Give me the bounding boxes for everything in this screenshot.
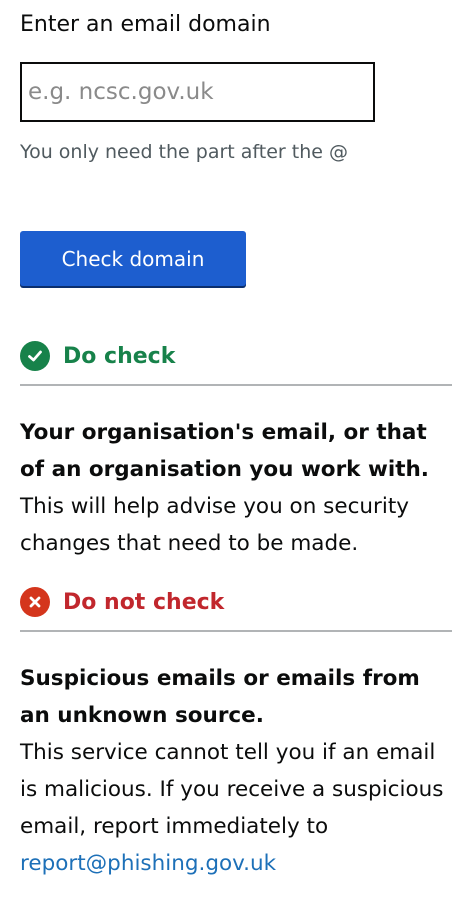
section-divider — [20, 630, 452, 632]
do-not-check-lead: Suspicious emails or emails from an unkn… — [20, 666, 420, 728]
do-check-heading-row: Do check — [20, 340, 175, 372]
do-not-check-description: Suspicious emails or emails from an unkn… — [20, 660, 456, 882]
do-not-check-heading-row: Do not check — [20, 586, 224, 618]
cross-circle-icon — [20, 587, 50, 617]
check-circle-icon — [20, 341, 50, 371]
email-domain-label: Enter an email domain — [20, 12, 271, 37]
do-check-heading: Do check — [63, 343, 176, 369]
do-not-check-heading: Do not check — [63, 589, 225, 615]
do-check-description: Your organisation's email, or that of an… — [20, 414, 456, 562]
input-hint: You only need the part after the @ — [20, 141, 348, 163]
do-check-body: This will help advise you on security ch… — [20, 494, 409, 556]
do-not-check-body: This service cannot tell you if an email… — [20, 740, 444, 839]
report-phishing-link[interactable]: report@phishing.gov.uk — [20, 851, 276, 876]
do-check-lead: Your organisation's email, or that of an… — [20, 420, 429, 482]
email-domain-input[interactable] — [20, 62, 375, 122]
section-divider — [20, 384, 452, 386]
check-domain-button[interactable]: Check domain — [20, 231, 246, 286]
